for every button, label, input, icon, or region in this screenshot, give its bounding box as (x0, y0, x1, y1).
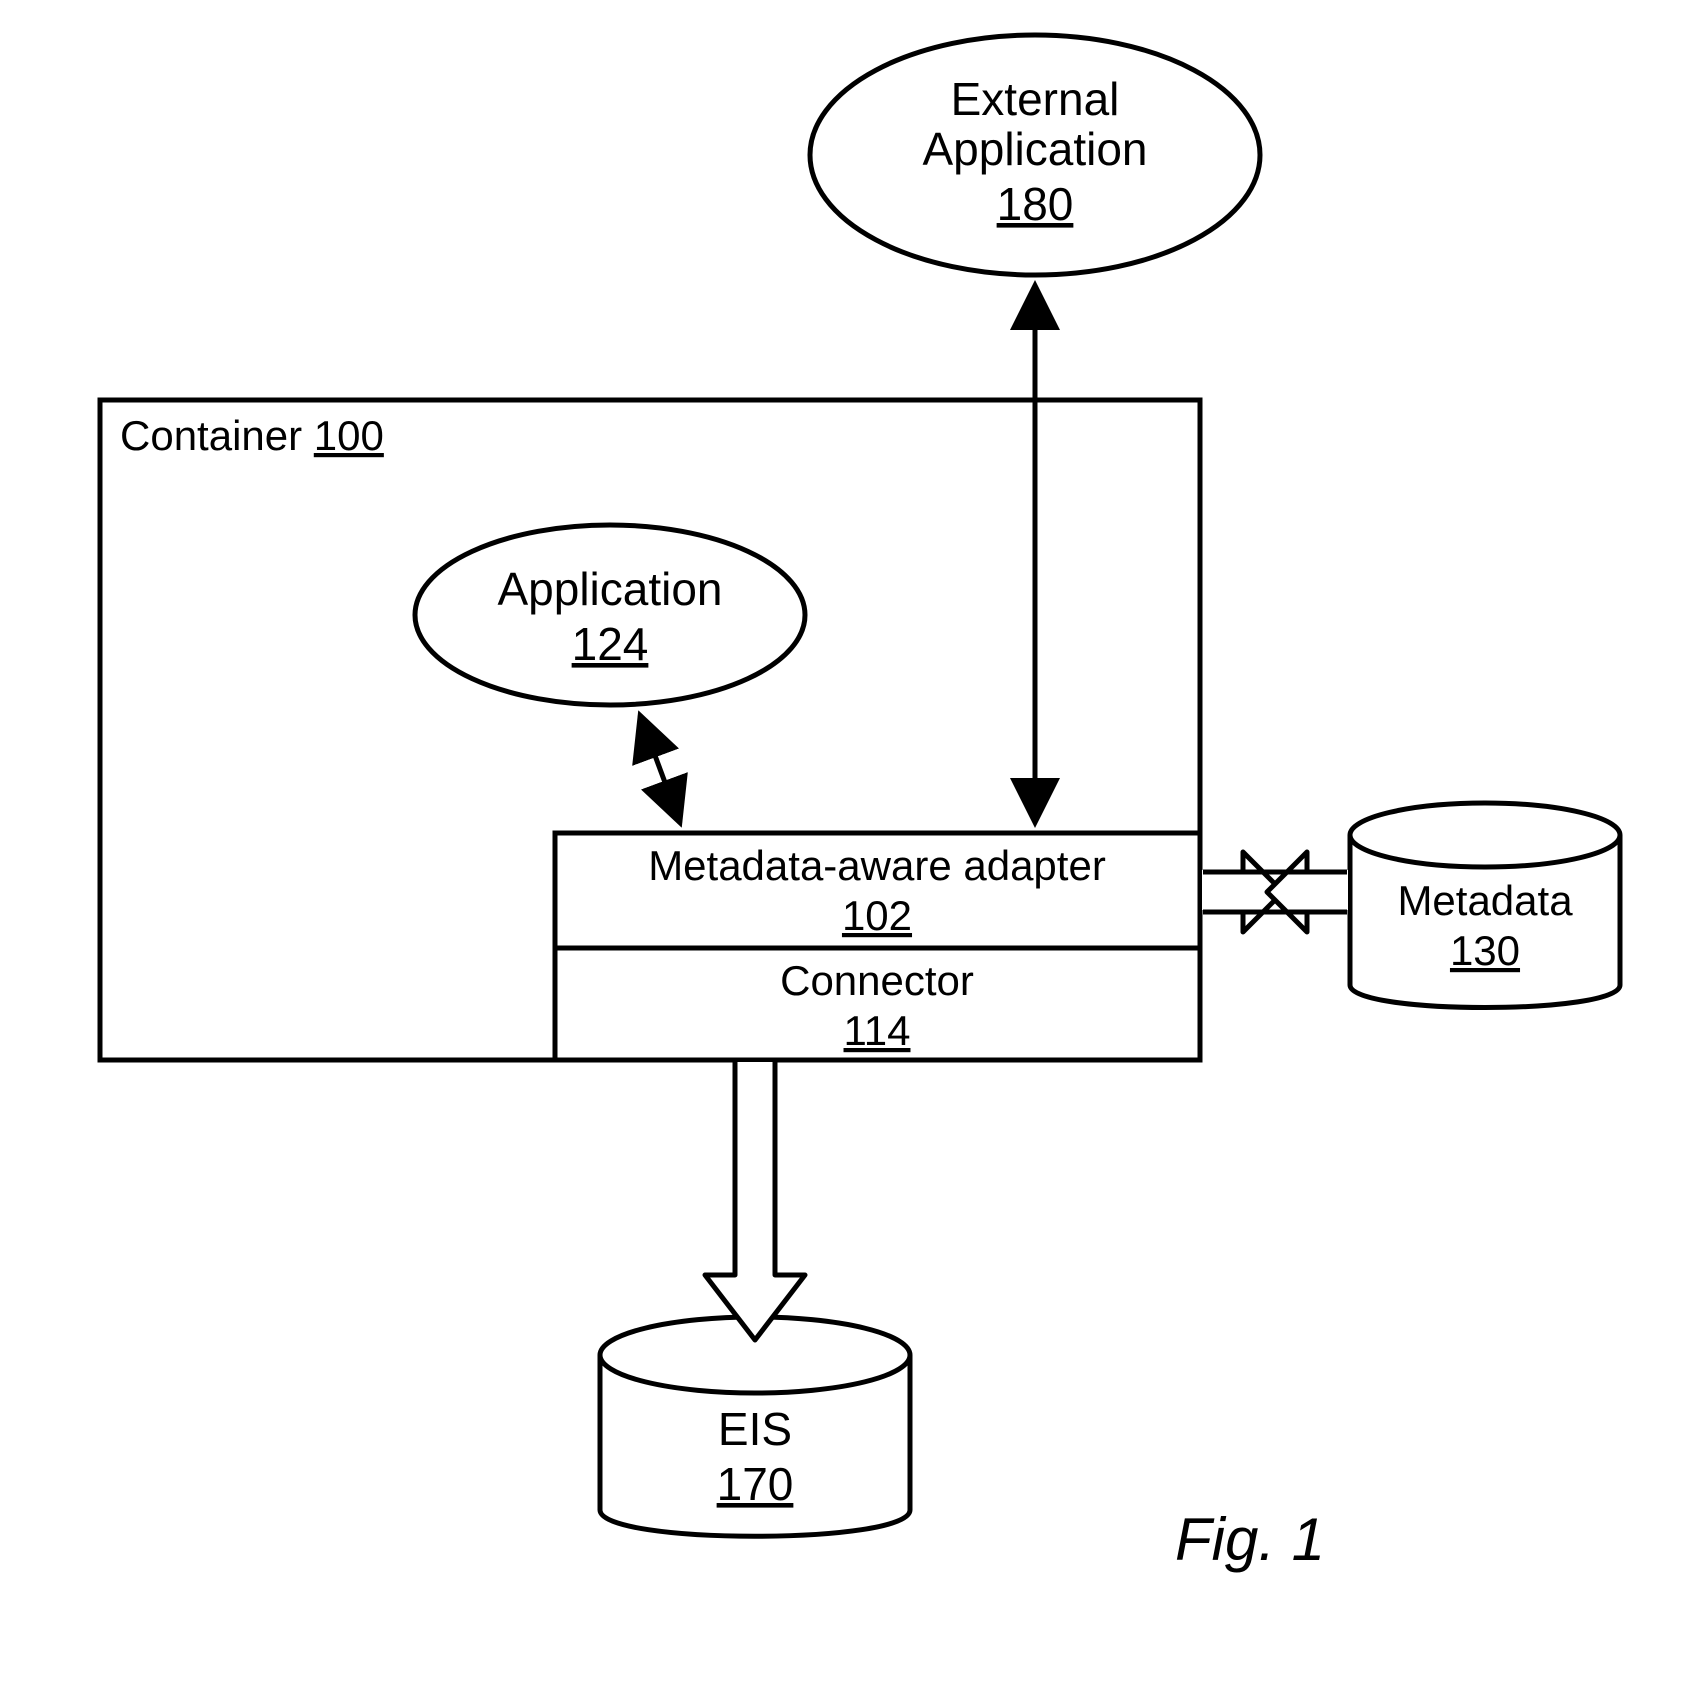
arrow-application-adapter (640, 715, 680, 823)
external-app-label-line1: External (951, 73, 1120, 125)
adapter-ref: 102 (842, 892, 912, 939)
eis-db: EIS 170 (600, 1317, 910, 1536)
connector-box: Connector 114 (555, 948, 1200, 1060)
connector-label: Connector (780, 957, 974, 1004)
metadata-label: Metadata (1397, 877, 1573, 924)
external-app-label-line2: Application (922, 123, 1147, 175)
application-label: Application (497, 563, 722, 615)
connector-ref: 114 (844, 1007, 911, 1054)
eis-ref: 170 (717, 1458, 794, 1510)
metadata-ref: 130 (1450, 927, 1520, 974)
application-ref: 124 (572, 618, 649, 670)
svg-text:Container 100: Container 100 (120, 412, 384, 459)
external-app-ref: 180 (997, 178, 1074, 230)
application-node: Application 124 (415, 525, 805, 705)
eis-label: EIS (718, 1403, 792, 1455)
external-application-node: External Application 180 (810, 35, 1260, 275)
arrow-connector-eis (705, 1062, 805, 1340)
metadata-db: Metadata 130 (1350, 803, 1620, 1008)
figure-caption: Fig. 1 (1175, 1506, 1325, 1573)
arrow-adapter-metadata (1202, 850, 1348, 932)
architecture-diagram: Container 100 External Application 180 A… (0, 0, 1688, 1699)
adapter-label: Metadata-aware adapter (648, 842, 1106, 889)
container-ref: 100 (314, 412, 384, 459)
container-label: Container (120, 412, 302, 459)
adapter-box: Metadata-aware adapter 102 (555, 833, 1200, 948)
